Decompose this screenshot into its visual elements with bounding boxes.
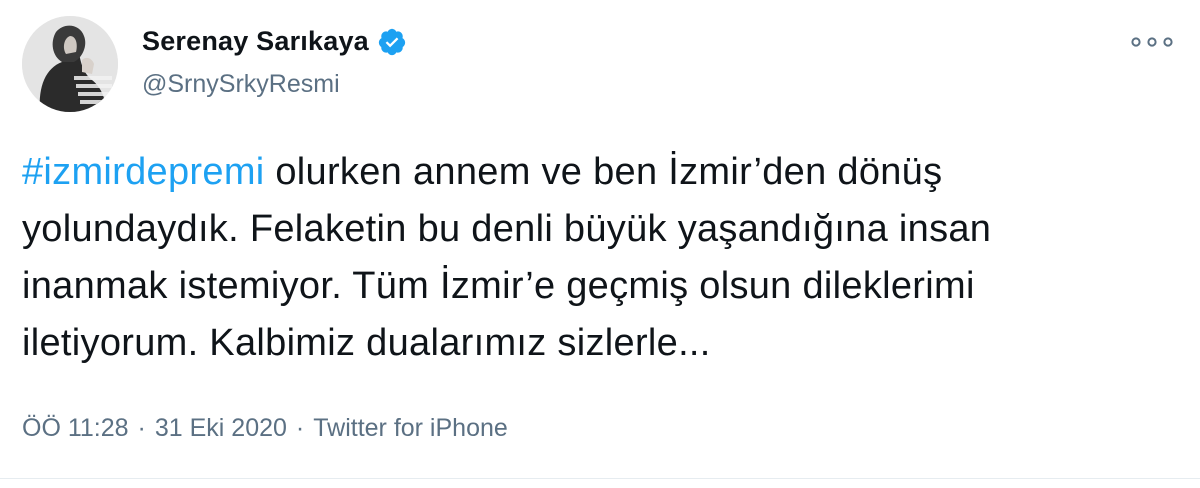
meta-separator: ·	[137, 414, 146, 442]
avatar[interactable]	[22, 16, 118, 112]
author-name[interactable]: Serenay Sarıkaya	[142, 26, 369, 57]
tweet-source[interactable]: Twitter for iPhone	[313, 414, 508, 443]
author-name-row[interactable]: Serenay Sarıkaya	[142, 26, 407, 57]
more-options-button[interactable]	[1124, 28, 1180, 56]
tweet-text-line-4: iletiyorum. Kalbimiz dualarımız sizlerle…	[22, 322, 711, 364]
tweet-text-line-2: yolundaydık. Felaketin bu denli büyük ya…	[22, 208, 992, 250]
author-handle[interactable]: @SrnySrkyResmi	[142, 70, 340, 99]
tweet-time[interactable]: ÖÖ 11:28	[22, 414, 129, 443]
avatar-photo	[22, 16, 118, 112]
tweet-card: Serenay Sarıkaya @SrnySrkyResmi #izmirde…	[0, 0, 1200, 488]
tweet-text-line-1: olurken annem ve ben İzmir’den dönüş	[264, 151, 943, 193]
tweet-text: #izmirdepremi olurken annem ve ben İzmir…	[22, 144, 1182, 372]
tweet-text-line-3: inanmak istemiyor. Tüm İzmir’e geçmiş ol…	[22, 265, 975, 307]
hashtag-link[interactable]: #izmirdepremi	[22, 151, 265, 193]
meta-separator: ·	[295, 414, 305, 442]
tweet-metadata: ÖÖ 11:28 · 31 Eki 2020 · Twitter for iPh…	[22, 414, 508, 443]
tweet-date[interactable]: 31 Eki 2020	[155, 414, 287, 443]
more-horizontal-icon	[1131, 37, 1173, 47]
verified-badge-icon	[377, 27, 407, 57]
divider	[0, 478, 1200, 479]
